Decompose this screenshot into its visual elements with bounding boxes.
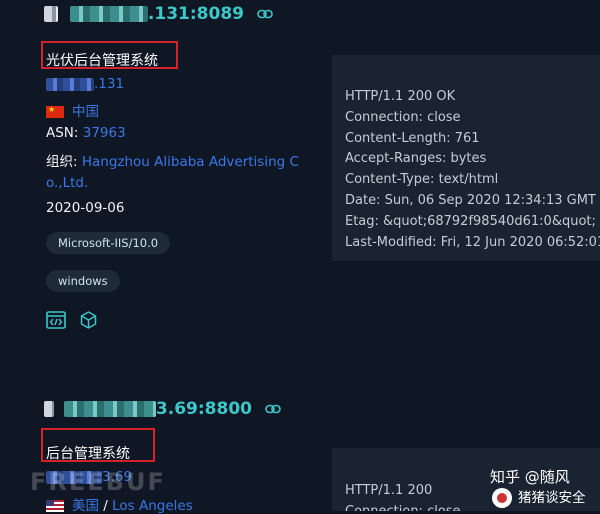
link-icon[interactable] (265, 404, 281, 414)
org-row: 组织: Hangzhou Alibaba Advertising C (46, 150, 299, 170)
host-port: 3.69:8800 (155, 399, 252, 419)
response-line: Date: Sun, 06 Sep 2020 12:34:13 GMT (345, 192, 596, 208)
http-response-panel: HTTP/1.1 200 OK Connection: close Conten… (332, 55, 600, 261)
code-icon[interactable] (46, 311, 66, 329)
highlight-box (41, 428, 155, 462)
highlight-box (41, 41, 178, 69)
avatar-icon (492, 488, 512, 508)
redacted-ip-block (69, 6, 148, 22)
tag-server[interactable]: Microsoft-IIS/10.0 (46, 232, 171, 254)
city-link[interactable]: Los Angeles (112, 498, 193, 514)
response-line: Last-Modified: Fri, 12 Jun 2020 06:52:01 (345, 234, 600, 250)
response-line: HTTP/1.1 200 OK (345, 89, 456, 104)
country-link[interactable]: 美国 (72, 498, 99, 514)
tag-os[interactable]: windows (46, 270, 120, 292)
org-label: 组织: (46, 154, 82, 170)
cube-icon[interactable] (80, 311, 97, 329)
link-icon[interactable] (257, 9, 273, 19)
china-flag-icon (46, 104, 64, 118)
org-link-continued[interactable]: o.,Ltd. (46, 175, 88, 191)
result-host-link[interactable]: 3.69:8800 (44, 399, 281, 419)
zhihu-watermark: 知乎 @随风 (490, 468, 570, 486)
response-line: Content-Type: text/html (345, 172, 499, 188)
response-line: Etag: &quot;68792f98540d61:0&quot; (345, 213, 596, 229)
org-link[interactable]: Hangzhou Alibaba Advertising C (82, 154, 299, 170)
freebuf-watermark: FREEBUF (30, 468, 166, 496)
wechat-watermark-text: 猪猪谈安全 (518, 490, 586, 506)
asn-label: ASN: (46, 125, 83, 141)
redacted-ip-block (46, 77, 94, 91)
response-line: Connection: close (345, 109, 461, 125)
asn-row: ASN: 37963 (46, 125, 126, 141)
redacted-ip-block (63, 401, 156, 417)
location-row: 美国 / Los Angeles (46, 494, 193, 514)
ip-address[interactable]: .131 (46, 76, 124, 92)
asn-link[interactable]: 37963 (83, 125, 126, 141)
wechat-watermark: 猪猪谈安全 (492, 486, 586, 508)
response-line: Accept-Ranges: bytes (345, 151, 487, 167)
ip-suffix: .131 (94, 76, 125, 92)
date: 2020-09-06 (46, 200, 125, 216)
response-line: Content-Length: 761 (345, 130, 480, 146)
result-host-link[interactable]: .131:8089 (44, 4, 273, 24)
country-link[interactable]: 中国 (72, 104, 99, 120)
host-port: .131:8089 (147, 4, 244, 24)
redacted-ip-block (44, 6, 58, 22)
location-separator: / (99, 498, 113, 514)
search-result-1: .131:8089 光伏后台管理系统 .131 中国 ASN: 37963 组织… (0, 0, 600, 380)
country-row: 中国 (46, 100, 99, 120)
us-flag-icon (46, 500, 64, 512)
redacted-ip-block (44, 401, 54, 417)
